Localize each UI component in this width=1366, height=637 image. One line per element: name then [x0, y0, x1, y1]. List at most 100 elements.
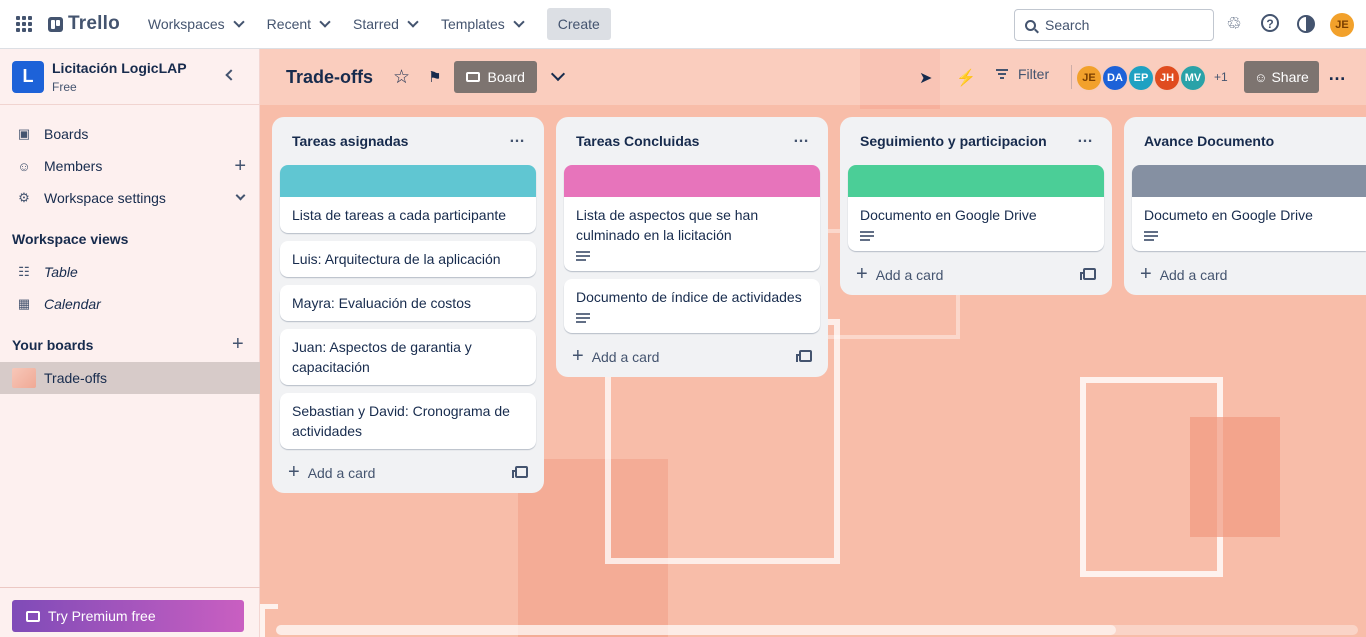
help-icon[interactable]: ?	[1261, 14, 1279, 32]
starred-menu[interactable]: Starred	[343, 8, 427, 40]
sidebar-item-table[interactable]: ☷ Table	[0, 256, 260, 288]
add-card-label: Add a card	[307, 465, 376, 481]
card[interactable]: Sebastian y David: Cronograma de activid…	[280, 393, 536, 449]
create-button[interactable]: Create	[546, 8, 611, 40]
board-title[interactable]: Trade-offs	[286, 67, 373, 88]
add-person-icon: ☺	[1254, 69, 1268, 85]
card[interactable]: Lista de aspectos que se han culminado e…	[564, 165, 820, 271]
workspaces-label: Workspaces	[147, 16, 225, 32]
card[interactable]: Mayra: Evaluación de costos	[280, 285, 536, 321]
list-menu-icon[interactable]: …	[793, 129, 810, 147]
your-boards-label: Your boards	[12, 337, 94, 353]
calendar-icon: ▦	[17, 296, 31, 311]
plus-icon: +	[856, 262, 868, 285]
chevron-down-icon	[233, 16, 245, 28]
trello-logo[interactable]: Trello	[48, 13, 120, 35]
list-tareas-concluidas: Tareas Concluidas … Lista de aspectos qu…	[556, 117, 828, 377]
sidebar-item-calendar[interactable]: ▦ Calendar	[0, 288, 260, 320]
starred-label: Starred	[353, 16, 399, 32]
filter-label: Filter	[1018, 66, 1050, 82]
workspace-visibility-icon[interactable]: ⚑	[428, 68, 441, 86]
add-board-icon[interactable]: +	[232, 333, 244, 356]
list-header[interactable]: Seguimiento y participacion …	[848, 125, 1104, 157]
add-card-button[interactable]: + Add a card	[280, 453, 536, 493]
card-template-icon[interactable]	[1080, 268, 1096, 280]
board-view-button[interactable]: Board	[453, 61, 537, 93]
add-card-button[interactable]: + Add a card	[1132, 255, 1358, 295]
templates-menu[interactable]: Templates	[431, 8, 533, 40]
list-menu-icon[interactable]: …	[509, 129, 526, 147]
your-boards-heading: Your boards +	[12, 333, 252, 355]
search-placeholder: Search	[1045, 17, 1090, 33]
plus-icon: +	[288, 460, 300, 483]
card[interactable]: Lista de tareas a cada participante	[280, 165, 536, 233]
member-avatar[interactable]: MV	[1179, 64, 1207, 92]
filter-icon	[996, 67, 1008, 81]
card-template-icon[interactable]	[512, 466, 528, 478]
premium-label: Try Premium free	[48, 608, 156, 624]
brand-name: Trello	[68, 13, 120, 34]
card-template-icon[interactable]	[796, 350, 812, 362]
share-button[interactable]: ☺ Share	[1244, 61, 1319, 93]
workspace-plan: Free	[52, 79, 77, 94]
chevron-down-icon	[319, 16, 331, 28]
description-icon	[860, 231, 874, 241]
sidebar-item-label: Boards	[44, 126, 89, 142]
collapse-sidebar-icon[interactable]	[225, 69, 237, 81]
member-avatar[interactable]: EP	[1127, 64, 1155, 92]
user-avatar[interactable]: JE	[1330, 13, 1354, 37]
card[interactable]: Luis: Arquitectura de la aplicación	[280, 241, 536, 277]
board-menu-icon[interactable]: …	[1328, 64, 1347, 85]
app-switcher-icon[interactable]	[16, 16, 32, 32]
member-avatar[interactable]: JE	[1075, 64, 1103, 92]
chevron-down-icon	[235, 190, 246, 201]
member-avatar[interactable]: JH	[1153, 64, 1181, 92]
workspace-logo: L	[12, 60, 44, 93]
power-ups-icon[interactable]: ➤	[919, 68, 932, 88]
list-header[interactable]: Tareas Concluidas …	[564, 125, 820, 157]
card-cover	[564, 165, 820, 197]
card-title: Lista de tareas a cada participante	[292, 207, 507, 223]
search-input[interactable]: Search	[1014, 9, 1214, 41]
templates-label: Templates	[440, 16, 505, 32]
description-icon	[576, 313, 590, 323]
card-title: Lista de aspectos que se han culminado e…	[576, 207, 759, 243]
sidebar-item-label: Calendar	[44, 296, 101, 312]
board-view-label: Board	[487, 69, 525, 85]
notifications-icon[interactable]: ♲	[1224, 14, 1244, 34]
list-header[interactable]: Tareas asignadas …	[280, 125, 536, 157]
gear-icon: ⚙	[18, 190, 30, 205]
chevron-down-icon[interactable]	[550, 66, 565, 82]
theme-toggle-icon[interactable]	[1297, 15, 1315, 33]
card[interactable]: Juan: Aspectos de garantia y capacitació…	[280, 329, 536, 385]
scrollbar-thumb[interactable]	[276, 625, 1116, 635]
card[interactable]: Documento de índice de actividades	[564, 279, 820, 333]
add-card-button[interactable]: + Add a card	[564, 337, 820, 377]
card[interactable]: Documeto en Google Drive	[1132, 165, 1366, 251]
sidebar-item-boards[interactable]: ▣ Boards	[0, 118, 260, 150]
star-icon[interactable]: ☆	[393, 66, 410, 89]
list-menu-icon[interactable]: …	[1077, 129, 1094, 147]
try-premium-button[interactable]: Try Premium free	[12, 600, 244, 632]
sidebar-item-board-trade-offs[interactable]: Trade-offs	[0, 362, 260, 394]
add-card-button[interactable]: + Add a card	[848, 255, 1104, 295]
horizontal-scrollbar[interactable]	[276, 625, 1358, 635]
automation-icon[interactable]: ⚡	[956, 68, 976, 88]
sidebar-item-members[interactable]: ☺ Members +	[0, 150, 260, 182]
workspaces-menu[interactable]: Workspaces	[138, 8, 253, 40]
description-icon	[1144, 231, 1158, 241]
sidebar-item-label: Table	[44, 264, 78, 280]
extra-members-count[interactable]: +1	[1214, 70, 1228, 84]
list-title: Tareas Concluidas	[576, 133, 700, 149]
filter-button[interactable]: Filter	[996, 66, 1049, 82]
list-header[interactable]: Avance Documento	[1132, 125, 1358, 157]
add-card-label: Add a card	[1159, 267, 1228, 283]
workspace-name: Licitación LogicLAP	[52, 59, 187, 76]
add-member-icon[interactable]: +	[234, 155, 246, 178]
workspace-views-heading: Workspace views	[12, 231, 129, 247]
member-avatar[interactable]: DA	[1101, 64, 1129, 92]
list-title: Tareas asignadas	[292, 133, 409, 149]
recent-menu[interactable]: Recent	[257, 8, 339, 40]
card[interactable]: Documento en Google Drive	[848, 165, 1104, 251]
sidebar-item-workspace-settings[interactable]: ⚙ Workspace settings	[0, 182, 260, 214]
